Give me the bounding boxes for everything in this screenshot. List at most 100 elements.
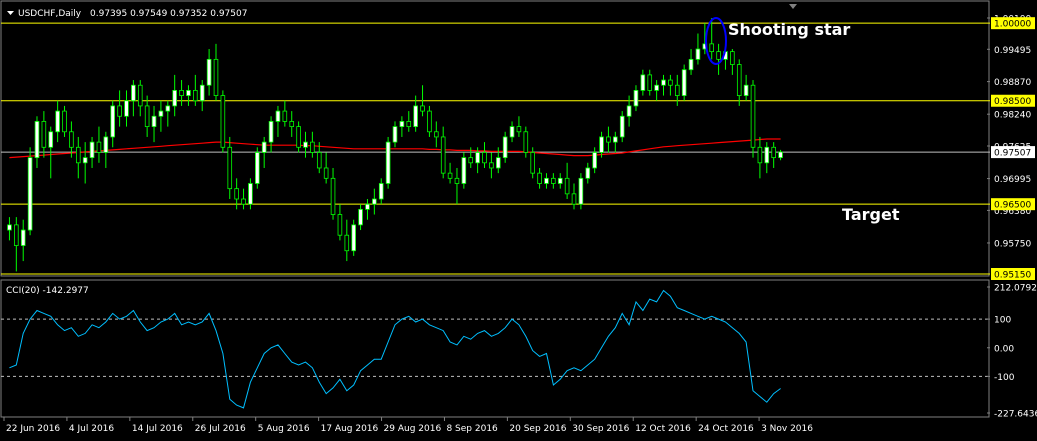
time-tick-label: 29 Aug 2016 [384,424,442,434]
candle-body [344,234,350,252]
cci-panel[interactable]: 212.0792 100 0.00 -100 -227.6436 CCI(20) -14… [0,279,1037,420]
candle-body [557,177,563,184]
shooting-star-label: Shooting star [728,20,850,39]
candle-body [206,58,212,86]
candle-body [82,157,88,164]
candle [144,95,150,137]
candle [585,162,591,184]
candle-body [551,177,556,184]
candle [344,219,350,262]
cci-tick-label: -227.6436 [994,410,1037,420]
candle-body [399,121,405,128]
candle-body [199,84,205,102]
cci-tick-label: 0.00 [994,344,1014,354]
candle-body [27,157,33,231]
price-panel-frame [0,0,990,277]
candle-body [674,84,680,96]
candle-body [688,58,694,71]
time-tick-label: 24 Oct 2016 [698,424,754,434]
triangle-down-icon[interactable] [7,11,14,15]
candle [427,105,432,137]
shift-marker-icon[interactable] [789,4,797,9]
candle-body [530,152,535,174]
candle [392,121,398,148]
candle-body [468,157,474,164]
candle-body [406,121,412,128]
candle-body [131,84,136,102]
candle [557,173,563,189]
candle [592,147,597,174]
candle [27,147,33,236]
candle [599,131,604,158]
candle-body [578,177,584,205]
candle [131,80,136,117]
candle-body [275,110,281,122]
candle [778,149,783,161]
candle [227,136,233,200]
candle-body [434,131,439,138]
time-tick-label: 20 Sep 2016 [509,424,566,434]
cci-tick-label: 100 [994,316,1011,326]
candle [330,167,336,220]
candle-body [681,69,687,96]
current-price-text: 0.97507 [994,149,1031,159]
candle-body [489,162,494,169]
candle-body [564,177,570,195]
time-tick-label: 8 Sep 2016 [446,424,498,434]
candle-body [571,193,577,205]
candle [234,178,239,210]
candle-body [385,141,391,184]
price-tick-label: 0.99495 [994,46,1031,56]
price-tag-text: 0.96500 [994,201,1031,211]
shooting-star-ellipse [705,17,727,65]
candle-body [613,136,618,143]
candle [20,219,26,262]
candle [674,74,680,106]
time-tick-label: 3 Nov 2016 [761,424,813,434]
candle [447,162,453,184]
candle [220,90,226,153]
candle [310,131,315,158]
price-tick-label: 0.95750 [994,239,1031,249]
candle [668,74,673,96]
candle-body [640,74,646,91]
candle-body [502,136,508,159]
candle [454,167,460,205]
candle-body [427,110,432,133]
candle [358,204,363,231]
candle-body [165,105,171,112]
candle-body [296,126,301,148]
candle-body [482,152,487,164]
candle [289,111,295,137]
candle [482,142,487,168]
time-tick-label: 12 Oct 2016 [635,424,691,434]
candle [695,33,701,65]
candle [606,126,611,153]
price-tick-label: 0.98240 [994,111,1031,121]
price-panel[interactable]: 1.001000.994950.988700.982400.976250.969… [0,0,1035,281]
candle-body [619,115,625,138]
trading-chart[interactable]: 1.001000.994950.988700.982400.976250.969… [0,0,1037,441]
candle [613,131,618,153]
candle-body [96,141,102,153]
price-tick-label: 0.96995 [994,175,1031,185]
candle-body [420,105,425,112]
candle-body [316,152,322,169]
time-tick-label: 17 Aug 2016 [321,424,379,434]
cci-line [9,289,781,409]
candle [248,178,253,210]
candle [578,173,584,210]
candle [296,121,301,153]
candle [213,43,219,101]
candle-body [241,198,246,205]
candle-body [172,90,177,107]
candle-body [330,177,336,215]
candle [199,80,205,112]
candle [323,152,329,184]
candle [730,49,735,75]
candle-body [633,90,639,107]
candle [34,116,40,168]
candle [736,59,742,106]
candle [640,69,646,96]
ohlc-values: 0.97395 0.97549 0.97352 0.97507 [90,9,247,19]
